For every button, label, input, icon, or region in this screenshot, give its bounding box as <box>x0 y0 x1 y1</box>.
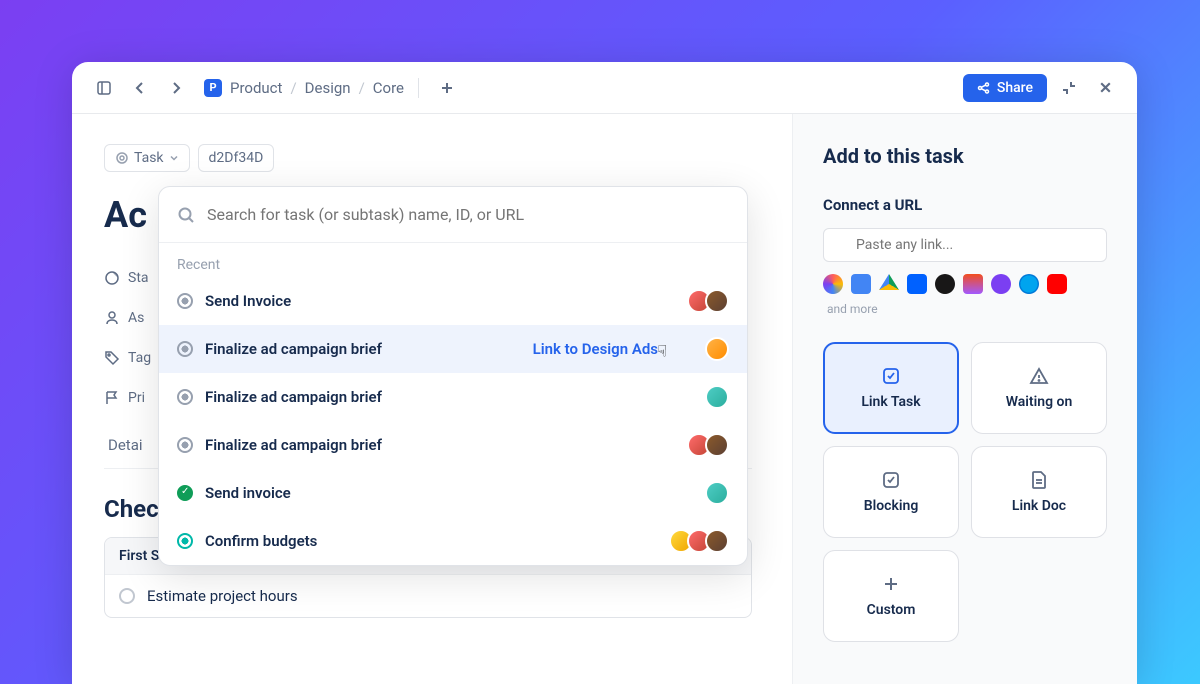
app-icon[interactable] <box>879 274 899 294</box>
tag-icon <box>104 350 120 366</box>
status-circle-icon <box>177 437 193 453</box>
topbar: P Product / Design / Core Share <box>72 62 1137 114</box>
collapse-icon[interactable] <box>1055 74 1083 102</box>
link-task-tile[interactable]: Link Task <box>823 342 959 434</box>
nav-back-icon[interactable] <box>126 74 154 102</box>
share-button[interactable]: Share <box>963 74 1047 102</box>
dropdown-search-input[interactable] <box>207 205 729 224</box>
close-icon[interactable] <box>1091 74 1119 102</box>
app-icon[interactable] <box>991 274 1011 294</box>
app-icon[interactable] <box>823 274 843 294</box>
breadcrumb-item[interactable]: Product <box>230 79 282 97</box>
radio-icon[interactable] <box>119 588 135 604</box>
app-icon[interactable] <box>935 274 955 294</box>
dropdown-item-label: Finalize ad campaign brief <box>205 436 675 454</box>
search-icon <box>177 206 195 224</box>
dropdown-item[interactable]: Finalize ad campaign brief <box>159 373 747 421</box>
status-circle-icon <box>177 485 193 501</box>
person-icon <box>104 310 120 326</box>
breadcrumb-sep-icon: / <box>290 79 296 97</box>
target-icon <box>115 151 129 165</box>
dropdown-item[interactable]: Confirm budgets <box>159 517 747 565</box>
status-circle-icon <box>177 389 193 405</box>
breadcrumb: P Product / Design / Core <box>204 79 404 97</box>
app-icon[interactable] <box>963 274 983 294</box>
cursor-hand-icon: ☟ <box>657 341 667 360</box>
dropdown-item-label: Finalize ad campaign brief <box>205 340 521 358</box>
custom-tile[interactable]: Custom <box>823 550 959 642</box>
avatar-stack <box>687 289 729 313</box>
dropdown-item[interactable]: Finalize ad campaign brief <box>159 421 747 469</box>
side-panel: Add to this task Connect a URL and more <box>792 114 1137 684</box>
type-chip[interactable]: Task <box>104 144 190 172</box>
sidebar-toggle-icon[interactable] <box>90 74 118 102</box>
check-square-icon <box>881 470 901 490</box>
avatar <box>705 289 729 313</box>
status-circle-icon <box>177 341 193 357</box>
app-icon[interactable] <box>1019 274 1039 294</box>
flag-icon <box>104 390 120 406</box>
app-icon[interactable] <box>907 274 927 294</box>
breadcrumb-item[interactable]: Design <box>305 79 351 97</box>
divider <box>418 78 419 98</box>
status-circle-icon <box>177 293 193 309</box>
url-input[interactable] <box>823 228 1107 262</box>
breadcrumb-project-icon: P <box>204 79 222 97</box>
dropdown-item-label: Confirm budgets <box>205 532 657 550</box>
id-chip[interactable]: d2Df34D <box>198 144 275 172</box>
app-icon[interactable] <box>1047 274 1067 294</box>
dropdown-item-label: Send Invoice <box>205 292 675 310</box>
blocking-tile[interactable]: Blocking <box>823 446 959 538</box>
more-apps-label[interactable]: and more <box>827 302 878 316</box>
dropdown-item[interactable]: Finalize ad campaign brief Link to Design… <box>159 325 747 373</box>
document-icon <box>1030 470 1048 490</box>
status-icon <box>104 270 120 286</box>
dropdown-item[interactable]: Send Invoice <box>159 277 747 325</box>
dropdown-search-row <box>159 187 747 243</box>
nav-forward-icon[interactable] <box>162 74 190 102</box>
search-dropdown: Recent Send Invoice Finalize ad campaign … <box>158 186 748 566</box>
status-circle-icon <box>177 533 193 549</box>
warning-icon <box>1029 366 1049 386</box>
waiting-on-tile[interactable]: Waiting on <box>971 342 1107 434</box>
breadcrumb-sep-icon: / <box>359 79 365 97</box>
avatar <box>705 337 729 361</box>
share-icon <box>977 81 991 95</box>
side-panel-title: Add to this task <box>823 144 1107 168</box>
plus-icon <box>881 574 901 594</box>
app-icon[interactable] <box>851 274 871 294</box>
breadcrumb-item[interactable]: Core <box>373 79 404 97</box>
app-window: P Product / Design / Core Share <box>72 62 1137 684</box>
share-label: Share <box>997 80 1033 96</box>
chevron-down-icon <box>169 153 179 163</box>
avatar <box>705 385 729 409</box>
link-to-label: Link to Design Ads <box>533 340 658 358</box>
avatar-stack <box>669 529 729 553</box>
app-icons-row: and more <box>823 274 1107 316</box>
checklist-item[interactable]: Estimate project hours <box>105 574 751 617</box>
avatar-stack <box>705 385 729 409</box>
avatar <box>705 529 729 553</box>
avatar <box>705 433 729 457</box>
dropdown-item[interactable]: Send invoice <box>159 469 747 517</box>
avatar-stack <box>687 433 729 457</box>
check-square-icon <box>881 366 901 386</box>
link-doc-tile[interactable]: Link Doc <box>971 446 1107 538</box>
tile-grid: Link Task Waiting on Blocking Link Doc C… <box>823 342 1107 642</box>
dropdown-item-label: Send invoice <box>205 484 693 502</box>
avatar-stack <box>705 481 729 505</box>
recent-label: Recent <box>159 243 747 277</box>
avatar <box>705 481 729 505</box>
connect-url-label: Connect a URL <box>823 196 1107 214</box>
dropdown-item-label: Finalize ad campaign brief <box>205 388 693 406</box>
add-icon[interactable] <box>433 74 461 102</box>
avatar-stack <box>705 337 729 361</box>
